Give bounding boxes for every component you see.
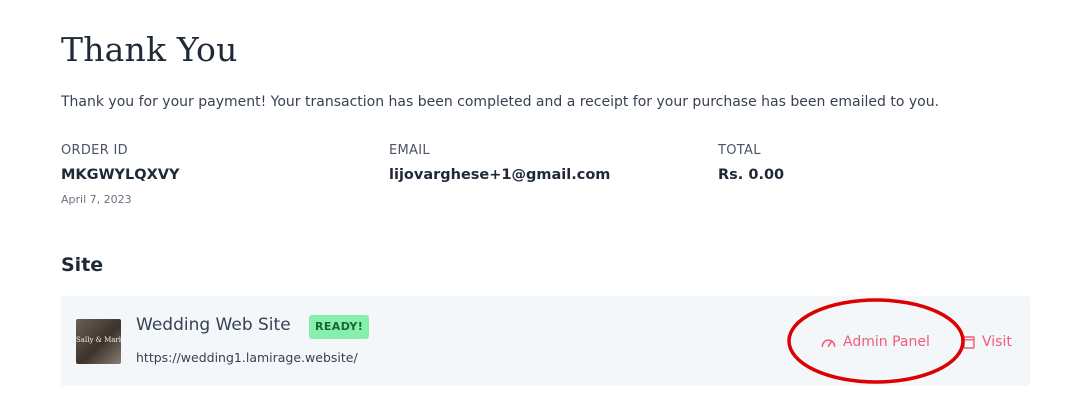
- page-title: Thank You: [61, 30, 238, 69]
- email-value: lijovarghese+1@gmail.com: [389, 167, 611, 183]
- total-value: Rs. 0.00: [718, 167, 785, 183]
- admin-panel-link[interactable]: Admin Panel: [821, 332, 930, 352]
- order-id-label: ORDER ID: [61, 143, 128, 158]
- email-block: EMAIL lijovarghese+1@gmail.com: [389, 143, 610, 183]
- site-url: https://wedding1.lamirage.website/: [136, 350, 358, 365]
- site-card: Sally & Mark Wedding Web Site READY! htt…: [61, 296, 1030, 386]
- email-label: EMAIL: [389, 143, 430, 158]
- visit-site-link[interactable]: Visit: [963, 332, 1012, 352]
- site-name: Wedding Web Site: [136, 315, 291, 335]
- site-thumbnail: Sally & Mark: [76, 319, 121, 364]
- visit-label: Visit: [982, 334, 1012, 350]
- total-label: TOTAL: [718, 143, 761, 158]
- speedometer-icon: [821, 339, 836, 348]
- external-window-icon: [963, 335, 975, 349]
- order-id-block: ORDER ID MKGWYLQXVY April 7, 2023: [61, 143, 180, 206]
- confirmation-message: Thank you for your payment! Your transac…: [61, 94, 940, 110]
- total-block: TOTAL Rs. 0.00: [718, 143, 784, 183]
- site-section-title: Site: [61, 254, 104, 276]
- status-badge: READY!: [309, 315, 370, 339]
- admin-panel-label: Admin Panel: [843, 334, 930, 350]
- order-id-value: MKGWYLQXVY: [61, 167, 180, 183]
- site-thumbnail-text: Sally & Mark: [76, 336, 121, 344]
- order-date: April 7, 2023: [61, 193, 132, 206]
